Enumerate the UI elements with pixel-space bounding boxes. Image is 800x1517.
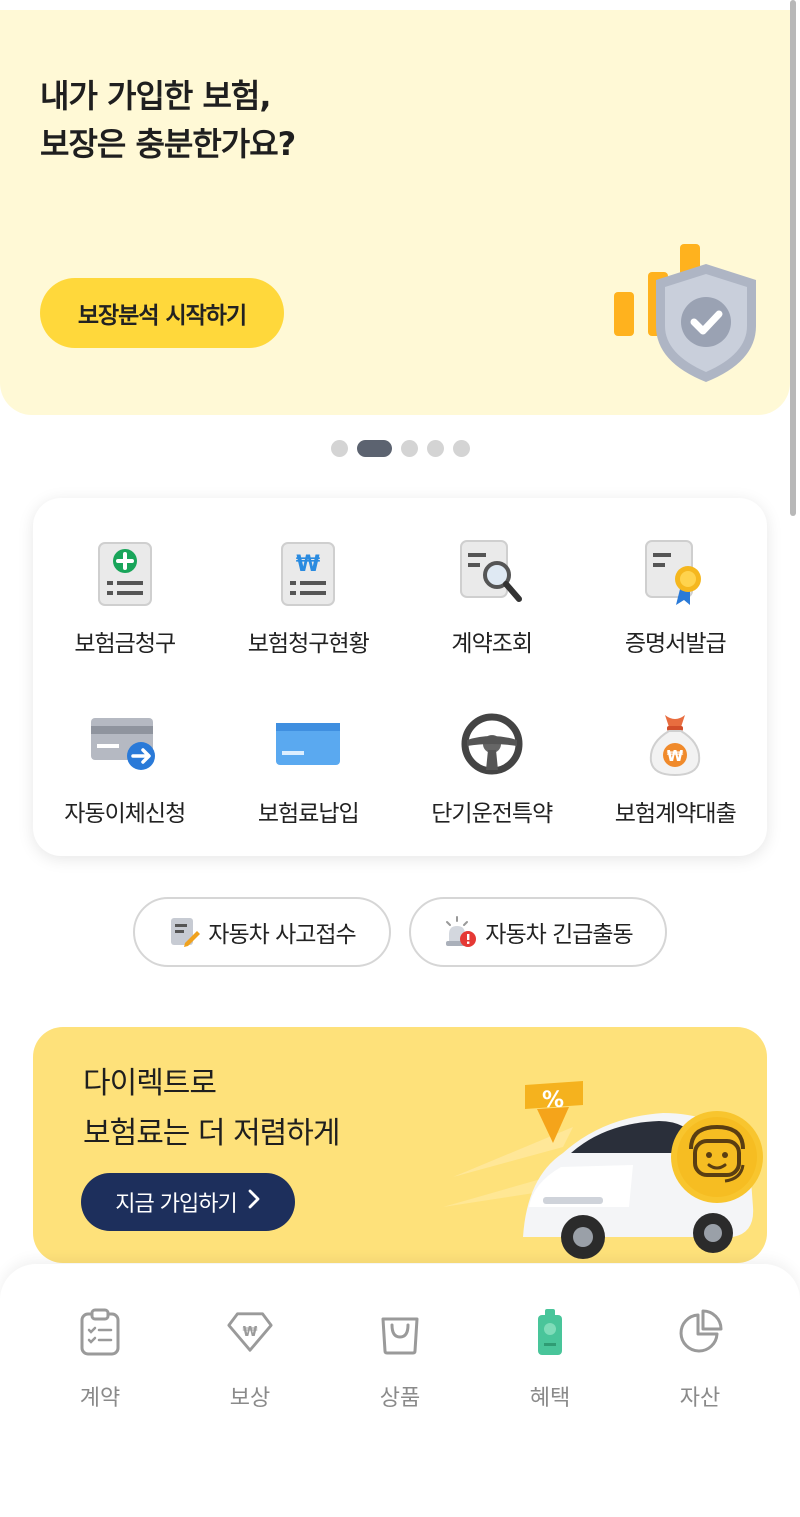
- nav-contract[interactable]: 계약: [25, 1306, 175, 1412]
- start-coverage-analysis-button[interactable]: 보장분석 시작하기: [40, 278, 284, 348]
- nav-label: 혜택: [529, 1386, 571, 1411]
- quick-action-label: 자동차 긴급출동: [485, 922, 633, 948]
- menu-label: 증명서발급: [624, 631, 727, 657]
- document-search-icon: [459, 540, 522, 602]
- bottom-navigation: 계약 ₩ 보상 상품 혜택 자산: [0, 1264, 800, 1517]
- promo-title-line2: 보험료는 더 저렴하게: [83, 1116, 340, 1151]
- pie-chart-icon: [679, 1309, 723, 1353]
- join-now-button[interactable]: 지금 가입하기: [81, 1173, 295, 1231]
- join-now-label: 지금 가입하기: [115, 1192, 237, 1217]
- coverage-analysis-banner[interactable]: 내가 가입한 보험, 보장은 충분한가요? 보장분석 시작하기: [0, 10, 790, 415]
- car-emergency-dispatch-button[interactable]: 자동차 긴급출동: [409, 897, 667, 967]
- menu-claim-insurance[interactable]: 보험금청구: [33, 538, 217, 658]
- menu-auto-transfer[interactable]: 자동이체신청: [33, 708, 217, 828]
- menu-label: 자동이체신청: [64, 801, 186, 827]
- carousel-dot[interactable]: [330, 440, 348, 457]
- carousel-indicator: [0, 440, 800, 457]
- promo-title-line1: 다이렉트로: [83, 1066, 217, 1101]
- claim-plus-document-icon: [97, 542, 152, 606]
- direct-insurance-promo-banner[interactable]: 다이렉트로 보험료는 더 저렴하게 지금 가입하기 %: [33, 1027, 767, 1263]
- quick-action-label: 자동차 사고접수: [208, 922, 356, 948]
- menu-label: 단기운전특약: [431, 801, 553, 827]
- car-accident-report-button[interactable]: 자동차 사고접수: [133, 897, 391, 967]
- menu-certificate[interactable]: 증명서발급: [584, 538, 768, 658]
- shopping-bag-icon: [381, 1317, 419, 1355]
- money-bag-icon: ₩: [650, 715, 701, 777]
- banner-title-line2: 보장은 충분한가요?: [40, 125, 296, 163]
- carousel-dot-active[interactable]: [356, 440, 392, 457]
- menu-premium-payment[interactable]: 보험료납입: [217, 708, 401, 828]
- menu-label: 보험청구현황: [247, 631, 370, 657]
- menu-label: 보험료납입: [257, 801, 360, 827]
- nav-label: 보상: [229, 1386, 271, 1411]
- nav-compensation[interactable]: ₩ 보상: [175, 1306, 325, 1412]
- quick-menu-card: 보험금청구 ₩ 보험청구현황 계약조회 증명서발급 자동이체신청 보험료납입 단…: [33, 498, 767, 856]
- blue-card-icon: [276, 723, 341, 765]
- menu-contract-lookup[interactable]: 계약조회: [400, 538, 584, 658]
- won-document-icon: ₩: [281, 542, 336, 606]
- nav-benefits[interactable]: 혜택: [475, 1306, 625, 1412]
- menu-claim-status[interactable]: ₩ 보험청구현황: [217, 538, 401, 658]
- svg-text:%: %: [542, 1088, 564, 1113]
- clipboard-icon: [80, 1308, 120, 1356]
- menu-policy-loan[interactable]: ₩ 보험계약대출: [584, 708, 768, 828]
- menu-short-term-driving[interactable]: 단기운전특약: [400, 708, 584, 828]
- report-pencil-icon: [171, 918, 201, 947]
- app-home-screen: 내가 가입한 보험, 보장은 충분한가요? 보장분석 시작하기 보험금청구 ₩ …: [0, 0, 800, 1517]
- nav-products[interactable]: 상품: [325, 1306, 475, 1412]
- gift-phone-icon: [538, 1309, 562, 1355]
- car-quick-actions: 자동차 사고접수 자동차 긴급출동: [0, 897, 800, 967]
- svg-text:₩: ₩: [296, 552, 320, 577]
- menu-label: 보험금청구: [74, 631, 176, 657]
- svg-text:₩: ₩: [667, 747, 684, 765]
- diamond-won-icon: ₩: [227, 1312, 273, 1352]
- nav-label: 계약: [79, 1386, 121, 1411]
- car-discount-illustration: %: [443, 1081, 763, 1259]
- menu-label: 보험계약대출: [614, 801, 737, 827]
- emergency-siren-icon: [446, 916, 477, 947]
- steering-wheel-icon: [461, 713, 523, 775]
- banner-title: 내가 가입한 보험, 보장은 충분한가요?: [40, 72, 296, 168]
- shield-chart-icon: [614, 244, 756, 382]
- card-transfer-icon: [90, 718, 155, 770]
- nav-label: 상품: [379, 1386, 421, 1411]
- menu-label: 계약조회: [451, 631, 533, 657]
- promo-title: 다이렉트로 보험료는 더 저렴하게: [83, 1059, 340, 1159]
- scrollbar[interactable]: [790, 0, 796, 516]
- certificate-badge-icon: [645, 540, 702, 605]
- svg-text:₩: ₩: [243, 1325, 258, 1340]
- carousel-dot[interactable]: [400, 440, 418, 457]
- carousel-dot[interactable]: [426, 440, 444, 457]
- chevron-right-icon: [247, 1189, 261, 1215]
- carousel-dot[interactable]: [452, 440, 470, 457]
- nav-label: 자산: [679, 1386, 721, 1411]
- banner-title-line1: 내가 가입한 보험,: [40, 77, 272, 115]
- nav-assets[interactable]: 자산: [625, 1306, 775, 1412]
